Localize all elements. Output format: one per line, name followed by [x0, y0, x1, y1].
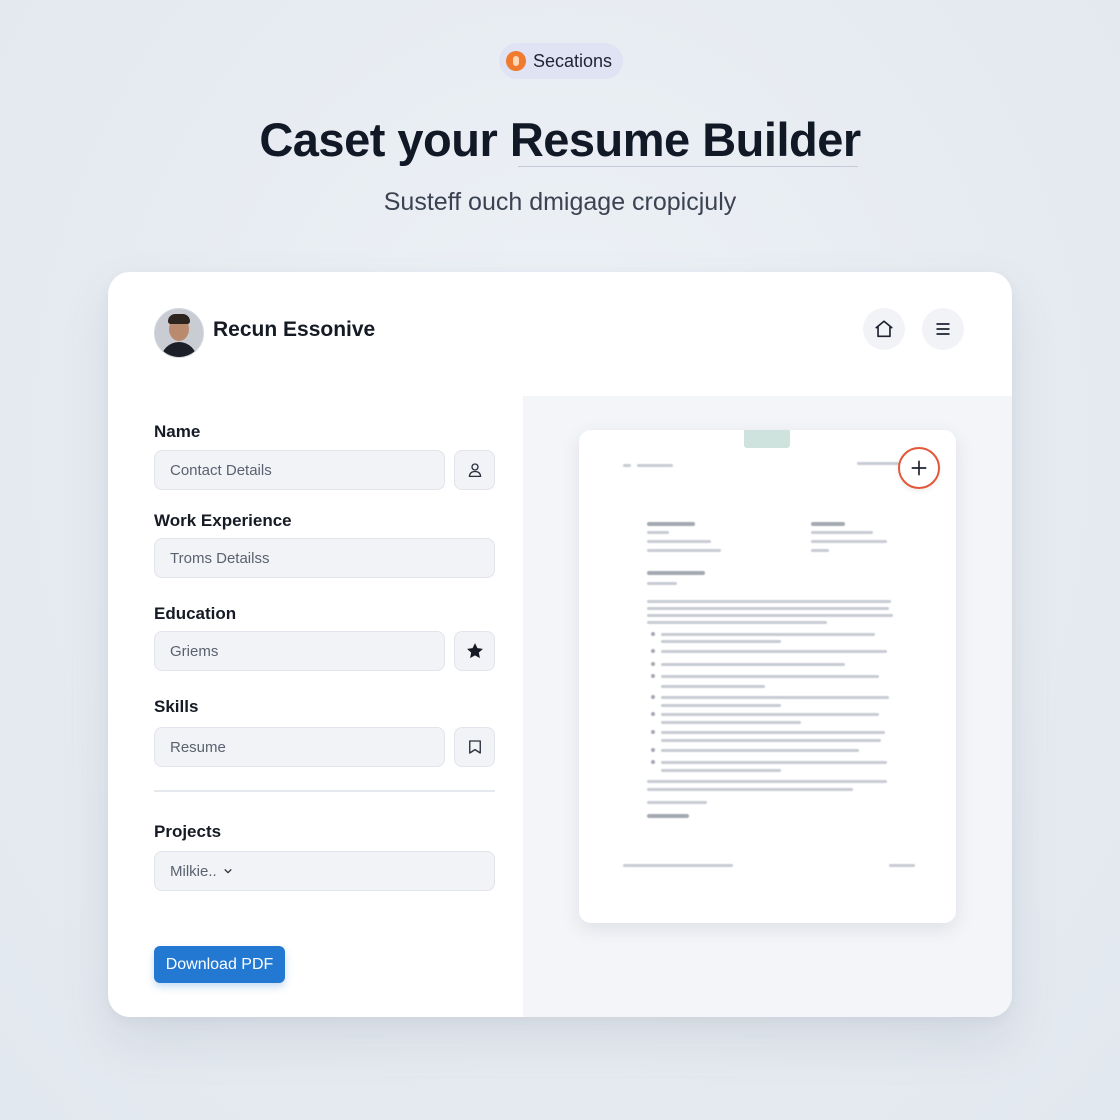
name-label: Name: [154, 422, 201, 441]
title-underline: [518, 166, 858, 167]
menu-icon: [936, 323, 950, 335]
sections-badge[interactable]: Secations: [499, 43, 623, 79]
home-button[interactable]: [863, 308, 905, 350]
page-title: Caset your Resume Builder: [259, 113, 861, 166]
projects-label: Projects: [154, 822, 222, 841]
user-icon: [468, 463, 481, 478]
name-field[interactable]: Contact Details: [154, 450, 445, 490]
resume-builder-card: Recun Essonive Name Contact Details Work…: [108, 272, 1012, 1017]
page-subtitle: Susteff ouch dmigage cropicjuly: [383, 188, 737, 216]
menu-button[interactable]: [922, 308, 964, 350]
work-experience-label: Work Experience: [154, 511, 292, 530]
star-icon: [466, 643, 483, 659]
badge-label: Secations: [532, 50, 613, 71]
work-experience-field[interactable]: Troms Detailss: [154, 538, 495, 578]
bookmark-button[interactable]: [454, 727, 495, 767]
contact-button[interactable]: [454, 450, 495, 490]
resume-preview-document[interactable]: [579, 430, 956, 923]
profile-name: Recun Essonive: [213, 318, 376, 341]
home-icon: [875, 320, 893, 338]
chevron-down-icon: [224, 869, 232, 874]
download-pdf-button[interactable]: Download PDF: [154, 946, 285, 983]
projects-select[interactable]: Milkie..: [154, 851, 495, 891]
form-divider: [154, 790, 495, 792]
document-tab: [744, 430, 790, 448]
plus-icon: [911, 460, 927, 476]
skills-field[interactable]: Resume: [154, 727, 445, 767]
avatar[interactable]: [154, 308, 204, 358]
projects-value: Milkie..: [170, 862, 217, 880]
resume-preview-panel: [523, 396, 1012, 1017]
badge-icon: [505, 51, 526, 71]
favorite-button[interactable]: [454, 631, 495, 671]
education-label: Education: [154, 604, 237, 623]
skills-label: Skills: [154, 697, 199, 716]
bookmark-icon: [468, 740, 481, 754]
education-field[interactable]: Griems: [154, 631, 445, 671]
add-section-button[interactable]: [898, 447, 940, 489]
